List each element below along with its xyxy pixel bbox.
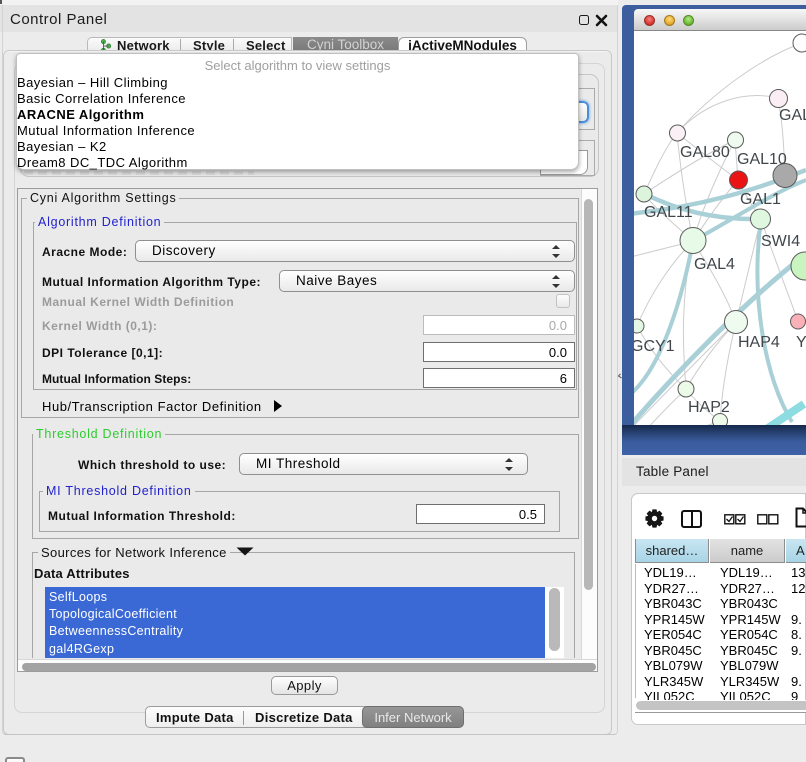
svg-text:GAL11: GAL11 [644, 204, 693, 221]
svg-text:SWI4: SWI4 [761, 233, 800, 250]
svg-text:HAP4: HAP4 [738, 334, 780, 351]
svg-text:GAL4: GAL4 [694, 256, 735, 273]
svg-text:HAP2: HAP2 [688, 399, 730, 416]
svg-text:GAL10: GAL10 [737, 151, 787, 168]
svg-text:GAL1: GAL1 [740, 191, 781, 208]
svg-text:GAL80: GAL80 [680, 144, 730, 161]
svg-text:Y: Y [796, 334, 806, 351]
svg-text:GAL7: GAL7 [779, 107, 806, 124]
svg-text:GCY1: GCY1 [634, 338, 675, 355]
